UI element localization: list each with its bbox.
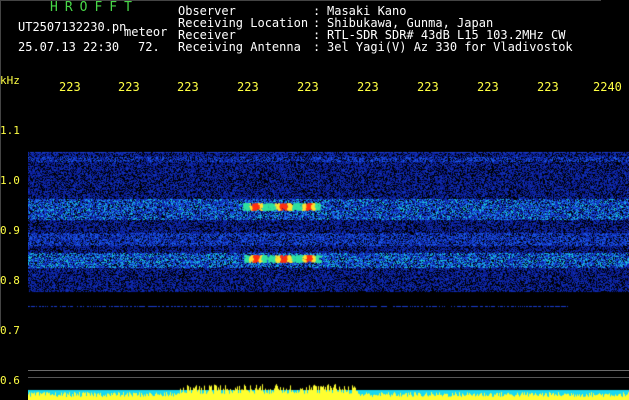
y-tick: 1.0: [0, 174, 20, 187]
x-tick: 223: [177, 80, 199, 94]
antenna-label: Receiving Antenna: [178, 40, 301, 54]
x-tick: 223: [417, 80, 439, 94]
x-tick: 223: [297, 80, 319, 94]
filename-label: UT2507132230.pn: [18, 20, 127, 34]
x-tick: 223: [59, 80, 81, 94]
y-tick: 0.9: [0, 224, 20, 237]
x-tick: 223: [118, 80, 140, 94]
spectrogram-canvas: [28, 96, 629, 396]
y-tick: 1.1: [0, 124, 20, 137]
baseline-divider: [28, 370, 629, 371]
y-tick: 0.7: [0, 324, 20, 337]
y-axis-unit: kHz: [0, 74, 20, 87]
y-tick: 0.6: [0, 374, 20, 387]
antenna-sep: :: [313, 40, 321, 54]
signal-level-strip: [28, 380, 629, 400]
mode-label: meteor: [124, 25, 168, 39]
x-tick: 2240: [593, 80, 622, 94]
antenna-value: 3el Yagi(V) Az 330 for Vladivostok: [327, 40, 573, 54]
baseline-divider-2: [28, 377, 629, 378]
level-label: 72.: [138, 40, 160, 54]
y-tick: 0.8: [0, 274, 20, 287]
x-tick: 223: [477, 80, 499, 94]
spectrogram-plot[interactable]: [28, 96, 629, 396]
datetime-label: 25.07.13 22:30: [18, 40, 120, 54]
x-tick: 223: [237, 80, 259, 94]
x-tick: 223: [537, 80, 559, 94]
x-tick: 223: [357, 80, 379, 94]
app-title: HROFFT: [50, 0, 139, 15]
